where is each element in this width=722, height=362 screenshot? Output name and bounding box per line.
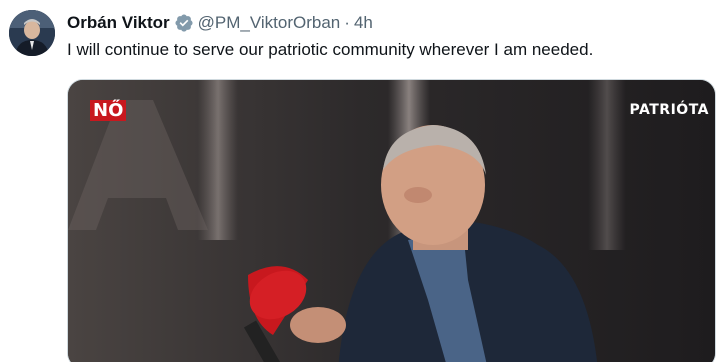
tweet-media-image[interactable]: NŐ PATRIÓTA xyxy=(67,79,716,362)
tweet-text: I will continue to serve our patriotic c… xyxy=(67,40,594,59)
channel-logo-patriota: PATRIÓTA xyxy=(629,102,709,118)
author-handle[interactable]: @PM_ViktorOrban xyxy=(198,13,341,33)
tweet-header: Orbán Viktor @PM_ViktorOrban · 4h xyxy=(67,12,373,34)
tweet[interactable]: Orbán Viktor @PM_ViktorOrban · 4h I will… xyxy=(0,0,722,362)
avatar[interactable] xyxy=(9,10,55,56)
timestamp[interactable]: 4h xyxy=(354,13,373,33)
author-name[interactable]: Orbán Viktor xyxy=(67,13,170,33)
channel-logo-left: NŐ xyxy=(86,98,130,122)
verified-badge-icon[interactable] xyxy=(174,13,194,33)
channel-logo-text: NŐ xyxy=(90,99,127,121)
separator-dot: · xyxy=(344,13,350,32)
